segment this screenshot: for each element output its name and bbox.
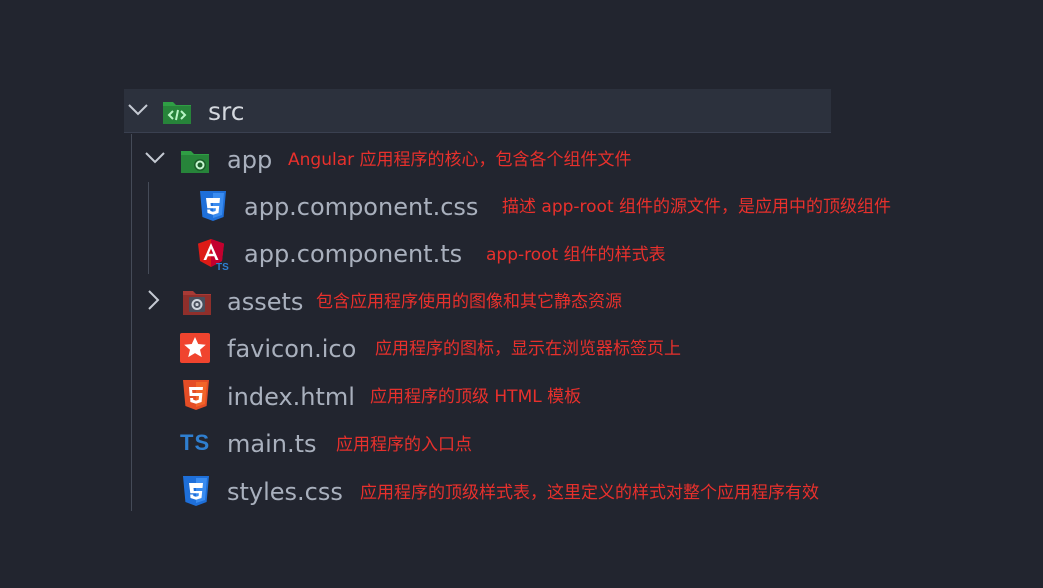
annotation-note: 包含应用程序使用的图像和其它静态资源 [316,292,622,312]
annotation-note: 应用程序的顶级 HTML 模板 [370,387,582,407]
annotation-note: app-root 组件的样式表 [486,245,666,265]
favicon-star-icon [180,333,210,363]
annotation-note: 应用程序的顶级样式表，这里定义的样式对整个应用程序有效 [360,483,819,503]
tree-item-label: app [227,146,273,174]
tree-item-label: assets [227,288,304,316]
css3-icon [183,476,209,506]
annotation-note: Angular 应用程序的核心，包含各个组件文件 [288,150,632,170]
svg-text:TS: TS [216,262,229,271]
typescript-icon: TS [180,430,211,455]
folder-assets-icon [183,291,211,315]
chevron-down-icon[interactable] [126,98,150,122]
tree-item-label: styles.css [227,478,343,506]
angular-icon: TS [198,239,229,271]
annotation-note: 应用程序的图标，显示在浏览器标签页上 [375,339,681,359]
indent-guide-src [131,134,132,511]
html5-icon [183,380,209,410]
css3-icon [200,191,226,221]
tree-item-label: index.html [227,383,355,411]
folder-src-icon [163,102,191,124]
indent-guide-app [148,182,149,274]
tree-item-label: app.component.css [244,193,479,221]
annotation-note: 应用程序的入口点 [336,435,472,455]
tree-item-label: app.component.ts [244,240,463,268]
chevron-down-icon[interactable] [143,146,167,170]
tree-item-label: favicon.ico [227,335,357,363]
tree-item-label: main.ts [227,430,317,458]
tree-item-label: src [208,97,245,126]
annotation-note: 描述 app-root 组件的源文件，是应用中的顶级组件 [502,197,892,217]
chevron-right-icon[interactable] [141,288,165,312]
folder-app-icon [181,151,209,173]
